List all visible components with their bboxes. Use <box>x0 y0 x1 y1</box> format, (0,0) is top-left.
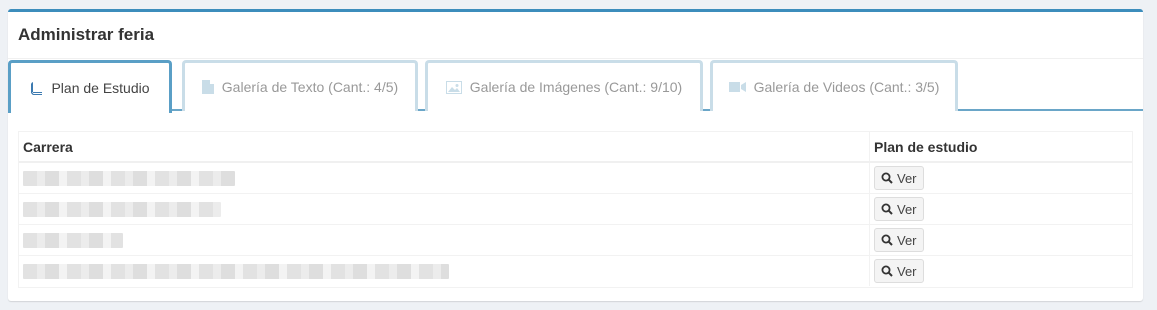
plan-cell: Ver <box>869 255 1132 286</box>
redacted-text <box>23 233 123 249</box>
redacted-text <box>23 264 449 280</box>
tab-bar: Plan de Estudio Galería de Texto (Cant.:… <box>8 60 1143 113</box>
table-row: Ver <box>19 193 1132 225</box>
panel-title: Administrar feria <box>18 25 155 44</box>
redacted-text <box>23 171 235 187</box>
ver-button[interactable]: Ver <box>874 228 924 252</box>
book-icon <box>30 81 43 95</box>
tab-galeria-videos[interactable]: Galería de Videos (Cant.: 3/5) <box>710 60 958 111</box>
carreras-table: Carrera Plan de estudio Ver Ver Ver Ver <box>18 131 1133 288</box>
table-row: Ver <box>19 161 1132 194</box>
search-icon <box>881 234 893 246</box>
file-text-icon <box>201 80 214 94</box>
ver-button[interactable]: Ver <box>874 197 924 221</box>
tab-plan-de-estudio[interactable]: Plan de Estudio <box>8 60 172 113</box>
plan-cell: Ver <box>869 161 1132 194</box>
tab-galeria-texto[interactable]: Galería de Texto (Cant.: 4/5) <box>182 60 418 111</box>
carrera-cell-redacted <box>19 255 870 286</box>
ver-label: Ver <box>897 232 917 248</box>
ver-label: Ver <box>897 170 917 186</box>
table-row: Ver <box>19 224 1132 256</box>
search-icon <box>881 203 893 215</box>
header-carrera: Carrera <box>19 132 870 163</box>
tab-label: Galería de Texto (Cant.: 4/5) <box>221 79 399 95</box>
image-icon <box>445 80 462 94</box>
plan-cell: Ver <box>869 193 1132 225</box>
table-header-row: Carrera Plan de estudio <box>19 132 1132 163</box>
search-icon <box>881 265 893 277</box>
table-row: Ver <box>19 255 1132 286</box>
carrera-cell-redacted <box>19 161 870 194</box>
tab-galeria-imagenes[interactable]: Galería de Imágenes (Cant.: 9/10) <box>425 60 703 111</box>
carrera-cell-redacted <box>19 224 870 256</box>
header-plan-de-estudio: Plan de estudio <box>869 132 1132 163</box>
admin-feria-panel: Administrar feria Plan de Estudio Galerí… <box>8 9 1143 301</box>
ver-label: Ver <box>897 263 917 279</box>
carrera-cell-redacted <box>19 193 870 225</box>
search-icon <box>881 172 893 184</box>
video-camera-icon <box>728 81 746 93</box>
tab-label: Galería de Videos (Cant.: 3/5) <box>753 79 940 95</box>
tab-label: Plan de Estudio <box>51 80 150 96</box>
redacted-text <box>23 202 221 218</box>
tab-label: Galería de Imágenes (Cant.: 9/10) <box>469 79 683 95</box>
ver-label: Ver <box>897 201 917 217</box>
ver-button[interactable]: Ver <box>874 166 924 190</box>
panel-header: Administrar feria <box>8 12 1143 59</box>
ver-button[interactable]: Ver <box>874 259 924 283</box>
plan-cell: Ver <box>869 224 1132 256</box>
